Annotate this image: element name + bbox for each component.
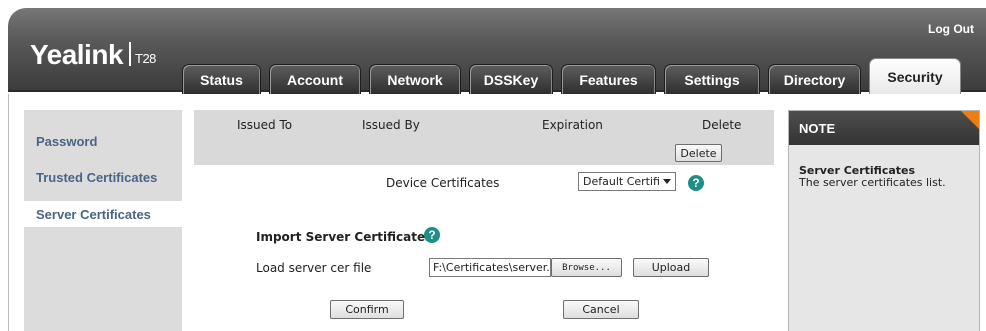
import-title: Import Server Certificates <box>256 230 433 244</box>
sidebar-item-server-certificates[interactable]: Server Certificates <box>24 201 186 227</box>
logo-model: T28 <box>135 51 156 66</box>
cancel-button[interactable]: Cancel <box>563 300 639 319</box>
tab-status[interactable]: Status <box>182 64 261 94</box>
logout-link[interactable]: Log Out <box>928 22 974 36</box>
help-icon[interactable]: ? <box>424 227 440 243</box>
file-path-input[interactable]: F:\Certificates\server.p <box>429 258 551 277</box>
main-tabs: Status Account Network DSSKey Features S… <box>182 58 961 94</box>
sidebar-item-trusted-certificates[interactable]: Trusted Certificates <box>24 164 184 190</box>
logo-separator <box>129 42 132 66</box>
load-file-label: Load server cer file <box>256 261 372 275</box>
tab-account[interactable]: Account <box>269 64 361 94</box>
tab-security[interactable]: Security <box>869 58 961 94</box>
tab-features[interactable]: Features <box>561 64 656 94</box>
file-path-value: F:\Certificates\server.p <box>433 261 551 274</box>
sidebar-item-password[interactable]: Password <box>24 128 184 154</box>
tab-directory[interactable]: Directory <box>768 64 861 94</box>
tab-network[interactable]: Network <box>369 64 461 94</box>
delete-button[interactable]: Delete <box>675 144 722 162</box>
help-icon[interactable]: ? <box>688 175 704 191</box>
sidebar: Password Trusted Certificates Server Cer… <box>24 110 186 331</box>
column-delete: Delete <box>702 118 742 132</box>
column-issued-by: Issued By <box>362 118 420 132</box>
chevron-down-icon <box>663 179 671 184</box>
logo-brand: Yealink <box>30 39 124 70</box>
tab-dsskey[interactable]: DSSKey <box>469 64 553 94</box>
note-heading: NOTE <box>789 111 979 145</box>
note-corner-accent <box>961 111 979 129</box>
upload-button[interactable]: Upload <box>633 258 709 277</box>
note-text: The server certificates list. <box>799 176 946 189</box>
column-issued-to: Issued To <box>237 118 293 132</box>
device-certificates-label: Device Certificates <box>386 176 500 190</box>
column-expiration: Expiration <box>542 118 603 132</box>
web-admin-page: Yealink T28 Log Out Status Account Netwo… <box>0 0 986 331</box>
main-content: Issued To Issued By Expiration Delete De… <box>194 110 774 331</box>
note-panel: NOTE Server Certificates The server cert… <box>788 110 980 331</box>
tab-settings[interactable]: Settings <box>664 64 760 94</box>
device-certificates-value: Default Certifi <box>583 175 660 188</box>
confirm-button[interactable]: Confirm <box>330 300 404 319</box>
browse-button[interactable]: Browse... <box>551 258 622 277</box>
device-certificates-select[interactable]: Default Certifi <box>578 172 676 191</box>
certificates-table: Issued To Issued By Expiration Delete De… <box>194 110 774 165</box>
yealink-logo: Yealink T28 <box>30 39 156 71</box>
